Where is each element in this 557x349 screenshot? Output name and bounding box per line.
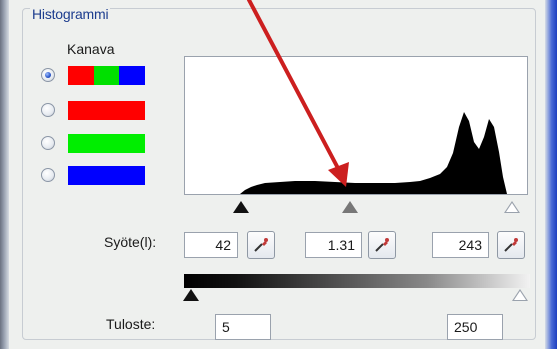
output-black-field[interactable]: 5 <box>215 314 271 340</box>
eyedropper-icon <box>504 238 518 252</box>
swatch-green[interactable] <box>68 134 145 153</box>
histogram-area <box>240 112 507 194</box>
input-white-field[interactable]: 243 <box>432 232 489 258</box>
black-eyedropper-button[interactable] <box>247 231 275 259</box>
window-left-edge <box>0 0 9 349</box>
window-right-edge <box>545 0 557 349</box>
histogram-graph <box>240 112 507 194</box>
output-label: Tuloste: <box>106 316 156 332</box>
histogram-group-title: Histogrammi <box>30 6 111 22</box>
input-label: Syöte(l): <box>104 234 157 250</box>
channel-label: Kanava <box>67 41 115 57</box>
input-black-field[interactable]: 42 <box>184 232 238 258</box>
input-gamma-field[interactable]: 1.31 <box>305 232 362 258</box>
gray-eyedropper-button[interactable] <box>368 231 396 259</box>
swatch-rgb-blue <box>119 66 146 85</box>
eyedropper-icon <box>375 238 389 252</box>
output-black-marker[interactable] <box>183 289 199 301</box>
white-eyedropper-button[interactable] <box>497 231 525 259</box>
swatch-rgb-red <box>68 66 94 85</box>
radio-blue[interactable] <box>41 168 55 182</box>
input-black-point-marker[interactable] <box>233 201 249 213</box>
radio-red[interactable] <box>41 103 55 117</box>
swatch-rgb-green <box>93 66 120 85</box>
eyedropper-icon <box>254 238 268 252</box>
output-gradient-bar <box>184 274 530 288</box>
output-white-marker[interactable] <box>512 289 528 301</box>
radio-rgb[interactable] <box>41 68 55 82</box>
input-gamma-marker[interactable] <box>342 201 358 213</box>
histogram-display <box>184 56 528 195</box>
swatch-red[interactable] <box>68 101 145 120</box>
swatch-rgb[interactable] <box>68 66 146 85</box>
swatch-blue[interactable] <box>68 166 145 185</box>
output-white-field[interactable]: 250 <box>447 314 503 340</box>
input-white-point-marker[interactable] <box>504 201 520 213</box>
radio-green[interactable] <box>41 136 55 150</box>
